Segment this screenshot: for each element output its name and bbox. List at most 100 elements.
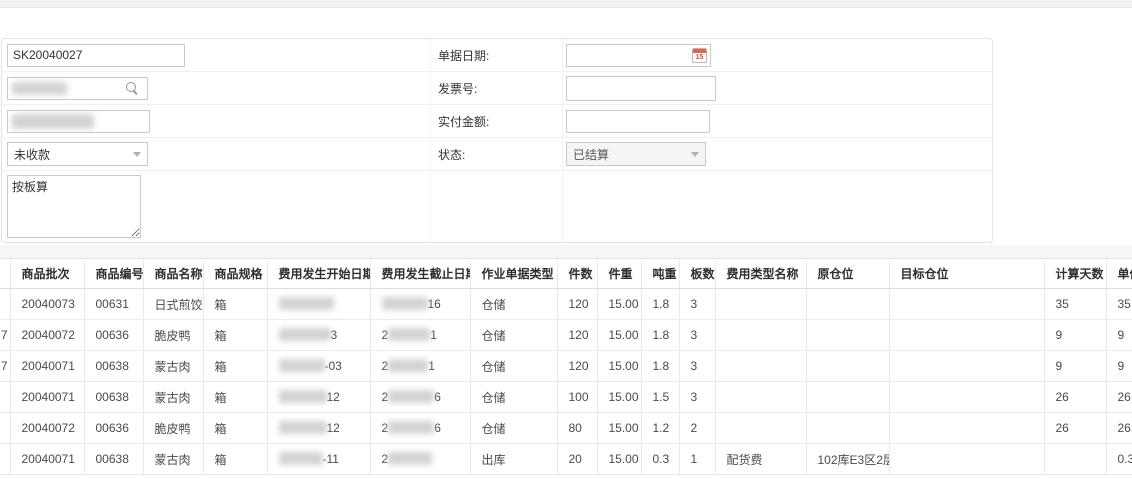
cell-end: 21 bbox=[370, 320, 470, 351]
cell-doc_type: 仓储 bbox=[470, 382, 557, 413]
cell-dst_pos bbox=[889, 351, 1044, 382]
cell-price: 35 bbox=[1106, 289, 1132, 320]
cell-batch: 20040073 bbox=[10, 289, 84, 320]
section-divider bbox=[0, 245, 1132, 258]
redacted-blur bbox=[388, 452, 432, 465]
cell-code: 00638 bbox=[84, 382, 143, 413]
cell-code: 00638 bbox=[84, 351, 143, 382]
cell-name: 脆皮鸭 bbox=[143, 320, 203, 351]
cell-pieces: 120 bbox=[557, 351, 597, 382]
column-header[interactable]: 商品编号 bbox=[84, 259, 143, 289]
payment-status-select[interactable]: 未收款 bbox=[7, 142, 148, 166]
column-header[interactable]: 吨重 bbox=[641, 259, 679, 289]
cell-fee_type bbox=[715, 289, 806, 320]
cell-doc_type: 仓储 bbox=[470, 351, 557, 382]
column-header[interactable]: 板数 bbox=[679, 259, 715, 289]
cell-batch: 20040071 bbox=[10, 444, 84, 475]
cell-end: 21 bbox=[370, 351, 470, 382]
redacted-blur bbox=[12, 114, 94, 129]
top-divider-bar bbox=[0, 0, 1132, 8]
cell-days: 26 bbox=[1044, 382, 1106, 413]
column-header[interactable]: 件重 bbox=[597, 259, 641, 289]
doc-no-input[interactable] bbox=[7, 44, 185, 67]
customer-search-input[interactable] bbox=[7, 77, 148, 100]
column-header[interactable]: 单价 bbox=[1106, 259, 1132, 289]
cell-fee_type bbox=[715, 413, 806, 444]
table-row[interactable]: 2004007100638蒙古肉箱-112出库2015.000.31配货费102… bbox=[0, 444, 1132, 475]
cell-spec: 箱 bbox=[203, 289, 267, 320]
cell-pieces: 120 bbox=[557, 320, 597, 351]
cell-piece_weight: 15.00 bbox=[597, 444, 641, 475]
doc-date-label: 单据日期: bbox=[431, 39, 563, 72]
search-icon[interactable] bbox=[126, 82, 139, 95]
column-header[interactable]: 商品批次 bbox=[10, 259, 84, 289]
paid-amount-input[interactable] bbox=[566, 110, 710, 133]
table-row[interactable]: 2004007300631日式煎饺箱16仓储12015.001.833535 bbox=[0, 289, 1132, 320]
column-header[interactable]: 件数 bbox=[557, 259, 597, 289]
fee-detail-table-container: 商品批次商品编号商品名称商品规格费用发生开始日期费用发生截止日期作业单据类型件数… bbox=[0, 258, 1132, 479]
cell-batch: 20040071 bbox=[10, 382, 84, 413]
cell-piece_weight: 15.00 bbox=[597, 382, 641, 413]
cell-src_pos bbox=[806, 382, 889, 413]
page: 单据日期: 发票号: 实付金额: bbox=[0, 0, 1132, 479]
calendar-icon[interactable] bbox=[692, 48, 707, 63]
status-value: 已结算 bbox=[573, 146, 609, 163]
cell-tonnage: 1.8 bbox=[641, 351, 679, 382]
cell-dst_pos bbox=[889, 444, 1044, 475]
form-cell: 已结算 bbox=[563, 138, 992, 171]
cell-pieces: 120 bbox=[557, 289, 597, 320]
form-cell bbox=[563, 72, 992, 105]
table-row[interactable]: 72004007200636脆皮鸭箱321仓储12015.001.8399 bbox=[0, 320, 1132, 351]
column-header[interactable] bbox=[0, 259, 10, 289]
table-row[interactable]: 2004007100638蒙古肉箱1226仓储10015.001.532626 bbox=[0, 382, 1132, 413]
column-header[interactable]: 作业单据类型 bbox=[470, 259, 557, 289]
status-select[interactable]: 已结算 bbox=[566, 142, 706, 166]
column-header[interactable]: 商品规格 bbox=[203, 259, 267, 289]
table-row[interactable]: 72004007100638蒙古肉箱-0321仓储12015.001.8399 bbox=[0, 351, 1132, 382]
cell-code: 00636 bbox=[84, 413, 143, 444]
invoice-no-label: 发票号: bbox=[431, 72, 563, 105]
label-text: 单据日期: bbox=[438, 47, 489, 64]
cell-spec: 箱 bbox=[203, 413, 267, 444]
redacted-blur bbox=[279, 297, 334, 310]
column-header[interactable]: 商品名称 bbox=[143, 259, 203, 289]
status-label: 状态: bbox=[431, 138, 563, 171]
cell-tonnage: 1.8 bbox=[641, 289, 679, 320]
column-header[interactable]: 目标仓位 bbox=[889, 259, 1044, 289]
table-row[interactable]: 2004007200636脆皮鸭箱1226仓储8015.001.222626 bbox=[0, 413, 1132, 444]
cell-piece_weight: 15.00 bbox=[597, 289, 641, 320]
redacted-blur bbox=[388, 390, 434, 403]
redacted-input[interactable] bbox=[7, 110, 150, 133]
cell-piece_weight: 15.00 bbox=[597, 351, 641, 382]
doc-date-input[interactable] bbox=[566, 44, 711, 67]
cell-start: -03 bbox=[267, 351, 370, 382]
remark-textarea[interactable]: 按板算 bbox=[7, 175, 141, 238]
cell-tonnage: 1.2 bbox=[641, 413, 679, 444]
cell-doc_type: 仓储 bbox=[470, 320, 557, 351]
redacted-blur bbox=[279, 421, 327, 434]
cell-name: 脆皮鸭 bbox=[143, 413, 203, 444]
form-cell: 按板算 bbox=[2, 171, 431, 242]
redacted-blur bbox=[388, 328, 430, 341]
fee-detail-table: 商品批次商品编号商品名称商品规格费用发生开始日期费用发生截止日期作业单据类型件数… bbox=[0, 258, 1132, 475]
cell-tonnage: 1.8 bbox=[641, 320, 679, 351]
cell-code: 00638 bbox=[84, 444, 143, 475]
column-header[interactable]: 费用发生截止日期 bbox=[370, 259, 470, 289]
cell-c0 bbox=[0, 413, 10, 444]
chevron-down-icon bbox=[691, 152, 699, 157]
redacted-blur bbox=[388, 359, 428, 372]
cell-start bbox=[267, 289, 370, 320]
cell-src_pos: 102库E3区2层 bbox=[806, 444, 889, 475]
cell-dst_pos bbox=[889, 382, 1044, 413]
column-header[interactable]: 原仓位 bbox=[806, 259, 889, 289]
form-cell bbox=[2, 72, 431, 105]
redacted-blur bbox=[279, 328, 331, 341]
column-header[interactable]: 计算天数 bbox=[1044, 259, 1106, 289]
column-header[interactable]: 费用发生开始日期 bbox=[267, 259, 370, 289]
column-header[interactable]: 费用类型名称 bbox=[715, 259, 806, 289]
invoice-no-input[interactable] bbox=[566, 76, 716, 101]
cell-dst_pos bbox=[889, 320, 1044, 351]
cell-c0 bbox=[0, 444, 10, 475]
cell-price: 26 bbox=[1106, 382, 1132, 413]
cell-boards: 2 bbox=[679, 413, 715, 444]
